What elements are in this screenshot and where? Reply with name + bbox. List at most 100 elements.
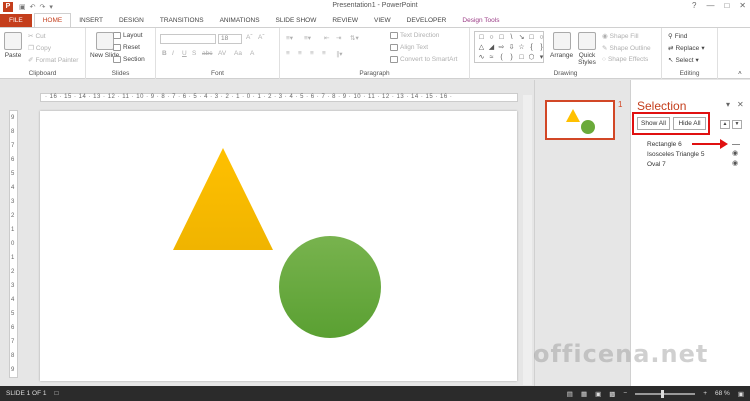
oval-alt-shape-icon[interactable]: ○ (537, 33, 546, 43)
shape-outline-button[interactable]: ✎ Shape Outline (602, 44, 651, 53)
convert-smartart-button[interactable]: Convert to SmartArt (390, 56, 457, 63)
paste-button[interactable]: Paste (4, 32, 22, 59)
tab-slide-show[interactable]: SLIDE SHOW (268, 14, 325, 27)
arrow-down-shape-icon[interactable]: ⇩ (507, 43, 516, 53)
zoom-in-icon[interactable]: + (703, 390, 707, 397)
section-button[interactable]: Section (113, 56, 145, 63)
bold-button[interactable]: B (162, 50, 167, 57)
tab-animations[interactable]: ANIMATIONS (212, 14, 268, 27)
character-spacing-button[interactable]: AV (218, 50, 226, 57)
decrease-indent-button[interactable]: ⇤ (324, 34, 329, 42)
show-all-button[interactable]: Show All (637, 117, 670, 130)
save-icon[interactable]: ▣ (19, 3, 26, 11)
tab-design-tools[interactable]: Design Tools (454, 14, 507, 27)
italic-button[interactable]: I (172, 50, 174, 57)
layout-button[interactable]: Layout (113, 32, 143, 39)
font-size-combo[interactable]: 18 (218, 34, 242, 44)
increase-indent-button[interactable]: ⇥ (336, 34, 341, 42)
tab-transitions[interactable]: TRANSITIONS (152, 14, 212, 27)
slide-sorter-icon[interactable]: ▦ (581, 390, 587, 398)
triangle-shape-icon[interactable]: △ (477, 43, 486, 53)
shadow-button[interactable]: S (192, 50, 196, 57)
change-case-button[interactable]: Aa (234, 50, 242, 57)
undo-icon[interactable]: ↶ (30, 3, 36, 11)
right-triangle-shape-icon[interactable]: ◢ (487, 43, 496, 53)
pane-close-icon[interactable]: ✕ (737, 100, 744, 109)
minimize-button[interactable]: — (706, 1, 714, 10)
bracket-close-shape-icon[interactable]: ) (507, 53, 516, 63)
hexagon-shape-icon[interactable]: ⬡ (527, 53, 536, 63)
find-button[interactable]: ⚲ Find (668, 32, 687, 41)
cut-button[interactable]: ✂ Cut (28, 32, 46, 41)
rect-shape-icon[interactable]: □ (527, 33, 536, 43)
maximize-button[interactable]: □ (724, 1, 729, 10)
font-name-combo[interactable] (160, 34, 216, 44)
align-center-button[interactable]: ≡ (298, 50, 302, 57)
spelling-icon[interactable]: □ (54, 390, 58, 397)
wave-shape-icon[interactable]: ≈ (487, 53, 496, 63)
font-color-button[interactable]: A (250, 50, 254, 57)
selection-item-oval-7[interactable]: Oval 7 (647, 161, 666, 168)
tab-insert[interactable]: INSERT (71, 14, 111, 27)
arrow-shape-icon[interactable]: ↘ (517, 33, 526, 43)
align-left-button[interactable]: ≡ (286, 50, 290, 57)
select-button[interactable]: ↖ Select ▾ (668, 56, 699, 65)
line-spacing-button[interactable]: ⇅▾ (350, 34, 359, 42)
curve-shape-icon[interactable]: ∿ (477, 53, 486, 63)
help-button[interactable]: ? (692, 1, 696, 10)
tab-developer[interactable]: DEVELOPER (399, 14, 455, 27)
rectangle-shape-icon[interactable]: □ (477, 33, 486, 43)
replace-button[interactable]: ⇄ Replace ▾ (668, 44, 705, 53)
text-direction-button[interactable]: Text Direction (390, 32, 439, 39)
underline-button[interactable]: U (182, 50, 187, 57)
fit-slide-icon[interactable]: ▣ (738, 390, 744, 398)
collapse-ribbon-icon[interactable]: ˄ (738, 70, 742, 77)
eye-icon[interactable]: ◉ (732, 159, 738, 167)
isosceles-triangle-shape[interactable] (173, 148, 273, 250)
zoom-level[interactable]: 68 % (715, 390, 730, 397)
tab-review[interactable]: REVIEW (324, 14, 366, 27)
shape-fill-button[interactable]: ◉ Shape Fill (602, 32, 639, 41)
tab-file[interactable]: FILE (0, 14, 32, 27)
reading-view-icon[interactable]: ▣ (595, 390, 601, 398)
vertical-scrollbar[interactable] (523, 95, 532, 385)
numbering-button[interactable]: ≡▾ (304, 34, 311, 42)
copy-button[interactable]: ❐ Copy (28, 44, 51, 53)
quick-styles-button[interactable]: Quick Styles (576, 32, 598, 66)
bring-forward-button[interactable]: ▲ (720, 120, 730, 129)
zoom-out-icon[interactable]: − (623, 390, 627, 397)
star-shape-icon[interactable]: ☆ (517, 43, 526, 53)
arrow-right-shape-icon[interactable]: ⇨ (497, 43, 506, 53)
shapes-gallery[interactable]: □ ○ □ \ ↘ □ ○ △ ◢ ⇨ ⇩ ☆ { } ∿ ≈ ( ) □ ⬡ … (474, 31, 544, 63)
strikethrough-button[interactable]: abc (202, 50, 212, 57)
selection-item-rectangle-6[interactable]: Rectangle 6 (647, 141, 682, 148)
more-shapes-icon[interactable]: ▾ (537, 53, 546, 63)
line-shape-icon[interactable]: \ (507, 33, 516, 43)
shrink-font-button[interactable]: Aˇ (258, 34, 265, 41)
bracket-shape-icon[interactable]: ( (497, 53, 506, 63)
send-backward-button[interactable]: ▼ (732, 120, 742, 129)
zoom-slider-thumb[interactable] (661, 389, 665, 398)
customize-qat-icon[interactable]: ▾ (49, 3, 53, 11)
normal-view-icon[interactable]: ▤ (567, 390, 573, 398)
slide-canvas[interactable] (40, 111, 517, 381)
justify-button[interactable]: ≡ (322, 50, 326, 57)
slide-thumbnail-1[interactable] (545, 100, 615, 140)
tab-view[interactable]: VIEW (366, 14, 399, 27)
close-button[interactable]: ✕ (739, 1, 746, 10)
oval-shape-icon[interactable]: ○ (487, 33, 496, 43)
hidden-indicator-icon[interactable] (732, 144, 740, 145)
rectangle-alt-shape-icon[interactable]: □ (497, 33, 506, 43)
selection-item-triangle-5[interactable]: Isosceles Triangle 5 (647, 151, 704, 158)
shape-effects-button[interactable]: ○ Shape Effects (602, 56, 648, 63)
tab-design[interactable]: DESIGN (111, 14, 152, 27)
oval-shape[interactable] (279, 236, 381, 338)
eye-icon[interactable]: ◉ (732, 149, 738, 157)
format-painter-button[interactable]: ✐ Format Painter (28, 56, 78, 65)
arrange-button[interactable]: Arrange (550, 32, 573, 59)
redo-icon[interactable]: ↷ (40, 3, 46, 11)
columns-button[interactable]: ∥▾ (336, 50, 343, 58)
tab-home[interactable]: HOME (33, 13, 72, 27)
slideshow-view-icon[interactable]: ▩ (609, 390, 615, 398)
brace-close-shape-icon[interactable]: } (537, 43, 546, 53)
